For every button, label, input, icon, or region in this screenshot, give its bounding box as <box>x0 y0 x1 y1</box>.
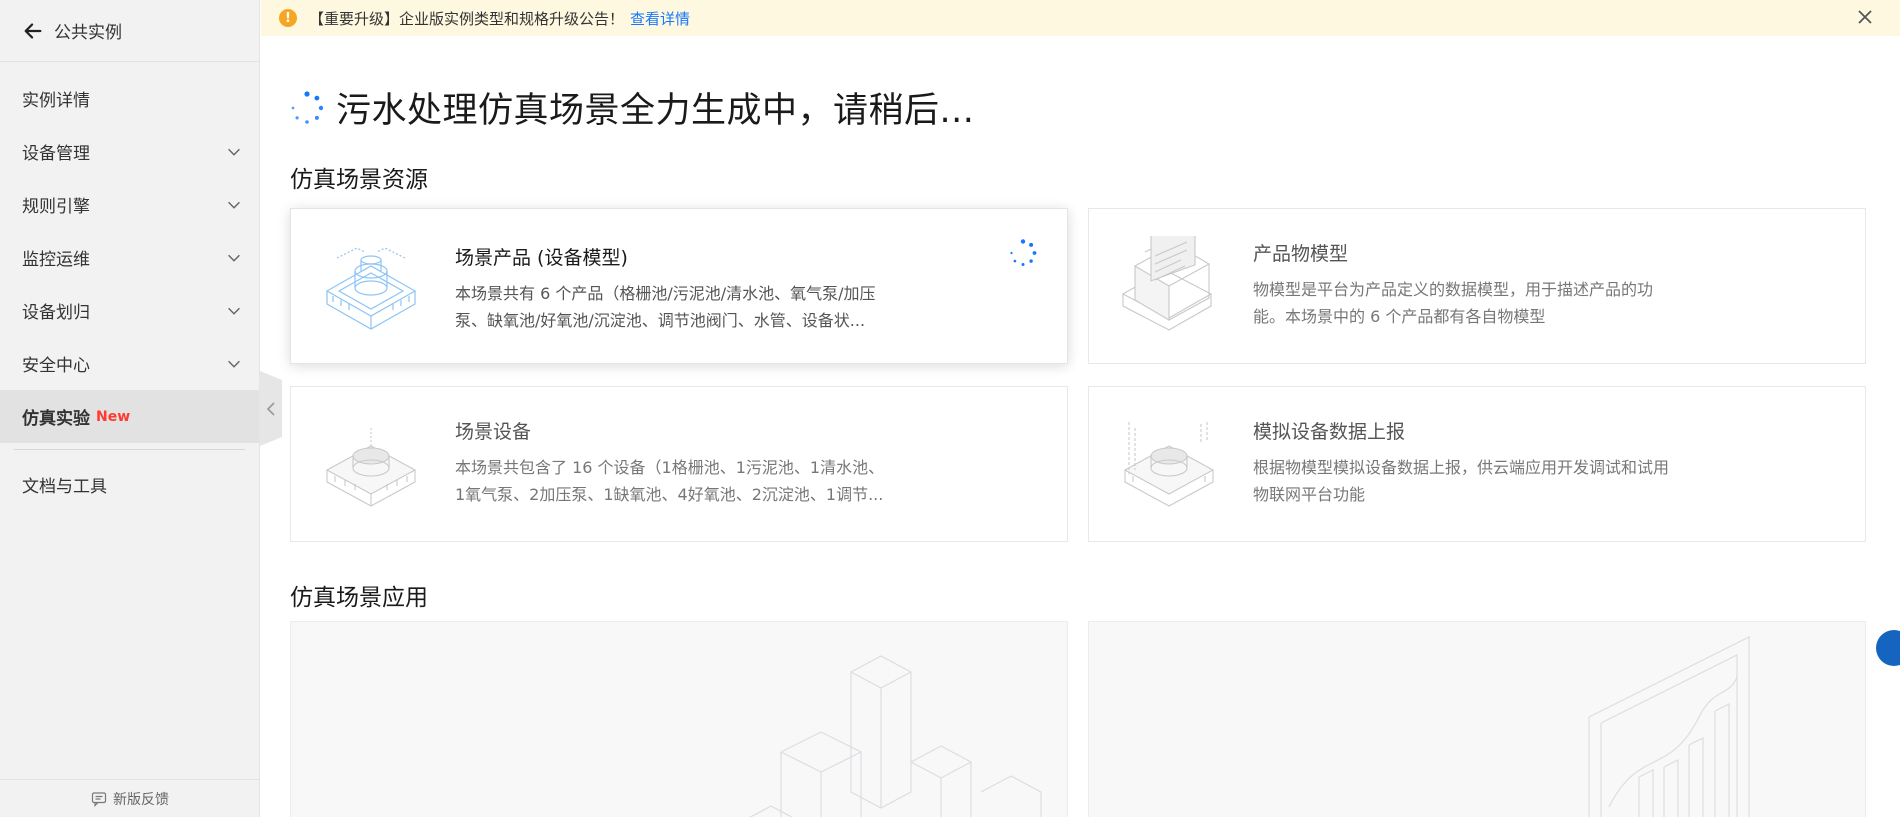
back-label: 公共实例 <box>54 23 122 43</box>
sidebar-item-label: 规则引擎 <box>22 197 90 217</box>
data-report-illustration-icon <box>1123 422 1215 507</box>
floating-action-button[interactable] <box>1876 630 1900 666</box>
apps-section-title: 仿真场景应用 <box>290 585 428 611</box>
sidebar-item-device-assignment[interactable]: 设备划归 <box>0 284 259 337</box>
card-description: 本场景共包含了 16 个设备（1格栅池、1污泥池、1清水池、 1氧气泵、2加压泵… <box>455 454 931 508</box>
card-body: 模拟设备数据上报 根据物模型模拟设备数据上报，供云端应用开发调试和试用 物联网平… <box>1249 387 1729 541</box>
sidebar-divider <box>14 449 245 450</box>
dashboard-chart-illustration-icon <box>1588 636 1750 817</box>
device-illustration-icon <box>325 428 417 507</box>
close-icon[interactable] <box>1854 6 1876 28</box>
card-description-line: 本场景共有 6 个产品（格栅池/污泥池/清水池、氧气泵/加压 <box>455 284 876 303</box>
card-title: 场景设备 <box>455 421 532 443</box>
chevron-down-icon <box>228 148 240 156</box>
generating-header: 污水处理仿真场景全力生成中，请稍后... <box>290 82 974 133</box>
sidebar-collapse-handle[interactable] <box>260 371 282 446</box>
thing-model-card[interactable]: 产品物模型 物模型是平台为产品定义的数据模型，用于描述产品的功 能。本场景中的 … <box>1088 208 1866 364</box>
card-description-line: 物联网平台功能 <box>1253 485 1366 504</box>
sidebar-item-label: 文档与工具 <box>22 477 107 497</box>
card-description-line: 物模型是平台为产品定义的数据模型，用于描述产品的功 <box>1253 280 1654 299</box>
card-description-line: 1氧气泵、2加压泵、1缺氧池、4好氧池、2沉淀池、1调节... <box>455 485 884 504</box>
sidebar-item-label: 实例详情 <box>22 91 90 111</box>
chevron-down-icon <box>228 254 240 262</box>
scene-app-card-right[interactable] <box>1088 621 1866 817</box>
sidebar-item-docs-tools[interactable]: 文档与工具 <box>0 458 259 511</box>
app-root: 公共实例 实例详情 设备管理 规则引擎 监控运维 设备划归 安全中心 仿真实验 … <box>0 0 1900 817</box>
loading-spinner-icon <box>291 90 324 124</box>
sidebar-item-label: 监控运维 <box>22 250 90 270</box>
scene-app-card-left[interactable] <box>290 621 1068 817</box>
loading-spinner-icon <box>1010 239 1037 266</box>
feedback-label: 新版反馈 <box>113 791 169 808</box>
card-body: 产品物模型 物模型是平台为产品定义的数据模型，用于描述产品的功 能。本场景中的 … <box>1249 209 1729 363</box>
warning-icon: ! <box>279 9 297 27</box>
sidebar-item-monitoring[interactable]: 监控运维 <box>0 231 259 284</box>
sidebar-item-rule-engine[interactable]: 规则引擎 <box>0 178 259 231</box>
city-buildings-illustration-icon <box>749 655 1042 817</box>
card-title: 模拟设备数据上报 <box>1253 421 1406 443</box>
sidebar-item-simulation[interactable]: 仿真实验 New <box>0 390 259 443</box>
card-thumbnail <box>291 387 451 541</box>
upgrade-notice-bar: ! 【重要升级】企业版实例类型和规格升级公告！ 查看详情 <box>261 0 1900 36</box>
chevron-left-icon <box>266 401 275 416</box>
sidebar: 公共实例 实例详情 设备管理 规则引擎 监控运维 设备划归 安全中心 仿真实验 … <box>0 0 260 817</box>
simulated-data-report-card[interactable]: 模拟设备数据上报 根据物模型模拟设备数据上报，供云端应用开发调试和试用 物联网平… <box>1088 386 1866 542</box>
chevron-down-icon <box>228 307 240 315</box>
card-description-line: 泵、缺氧池/好氧池/沉淀池、调节池阀门、水管、设备状... <box>455 311 866 330</box>
card-description: 本场景共有 6 个产品（格栅池/污泥池/清水池、氧气泵/加压 泵、缺氧池/好氧池… <box>455 280 931 334</box>
card-thumbnail <box>1089 387 1249 541</box>
card-description-line: 能。本场景中的 6 个产品都有各自物模型 <box>1253 307 1546 326</box>
card-thumbnail <box>291 209 451 363</box>
sidebar-item-label: 安全中心 <box>22 356 90 376</box>
device-model-illustration-icon <box>325 247 417 330</box>
generating-title: 污水处理仿真场景全力生成中，请稍后... <box>336 91 975 131</box>
feedback-button[interactable]: 新版反馈 <box>0 779 260 817</box>
sidebar-item-label: 设备管理 <box>22 144 90 164</box>
arrow-left-icon <box>24 22 42 39</box>
new-badge: New <box>96 408 131 425</box>
sidebar-item-security-center[interactable]: 安全中心 <box>0 337 259 390</box>
chevron-down-icon <box>228 360 240 368</box>
card-description-line: 本场景共包含了 16 个设备（1格栅池、1污泥池、1清水池、 <box>455 458 885 477</box>
scene-products-card[interactable]: 场景产品 (设备模型) 本场景共有 6 个产品（格栅池/污泥池/清水池、氧气泵/… <box>290 208 1068 364</box>
card-thumbnail <box>1089 209 1249 363</box>
card-description: 物模型是平台为产品定义的数据模型，用于描述产品的功 能。本场景中的 6 个产品都… <box>1253 276 1729 330</box>
chevron-down-icon <box>228 201 240 209</box>
back-to-instance-button[interactable]: 公共实例 <box>0 0 259 62</box>
sidebar-item-instance-details[interactable]: 实例详情 <box>0 72 259 125</box>
notice-text: 【重要升级】企业版实例类型和规格升级公告！ <box>309 9 625 28</box>
thing-model-illustration-icon <box>1121 236 1213 331</box>
resources-section-title: 仿真场景资源 <box>290 167 428 193</box>
card-description-line: 根据物模型模拟设备数据上报，供云端应用开发调试和试用 <box>1253 458 1670 477</box>
sidebar-item-label: 设备划归 <box>22 303 90 323</box>
feedback-icon <box>91 791 107 807</box>
sidebar-item-label: 仿真实验 <box>22 409 90 429</box>
card-title: 场景产品 (设备模型) <box>455 247 628 269</box>
sidebar-item-device-management[interactable]: 设备管理 <box>0 125 259 178</box>
card-description: 根据物模型模拟设备数据上报，供云端应用开发调试和试用 物联网平台功能 <box>1253 454 1729 508</box>
card-body: 场景设备 本场景共包含了 16 个设备（1格栅池、1污泥池、1清水池、 1氧气泵… <box>451 387 931 541</box>
card-body: 场景产品 (设备模型) 本场景共有 6 个产品（格栅池/污泥池/清水池、氧气泵/… <box>451 209 931 363</box>
sidebar-menu: 实例详情 设备管理 规则引擎 监控运维 设备划归 安全中心 仿真实验 New 文… <box>0 62 259 511</box>
scene-devices-card[interactable]: 场景设备 本场景共包含了 16 个设备（1格栅池、1污泥池、1清水池、 1氧气泵… <box>290 386 1068 542</box>
notice-details-link[interactable]: 查看详情 <box>630 8 690 29</box>
card-title: 产品物模型 <box>1253 243 1349 265</box>
